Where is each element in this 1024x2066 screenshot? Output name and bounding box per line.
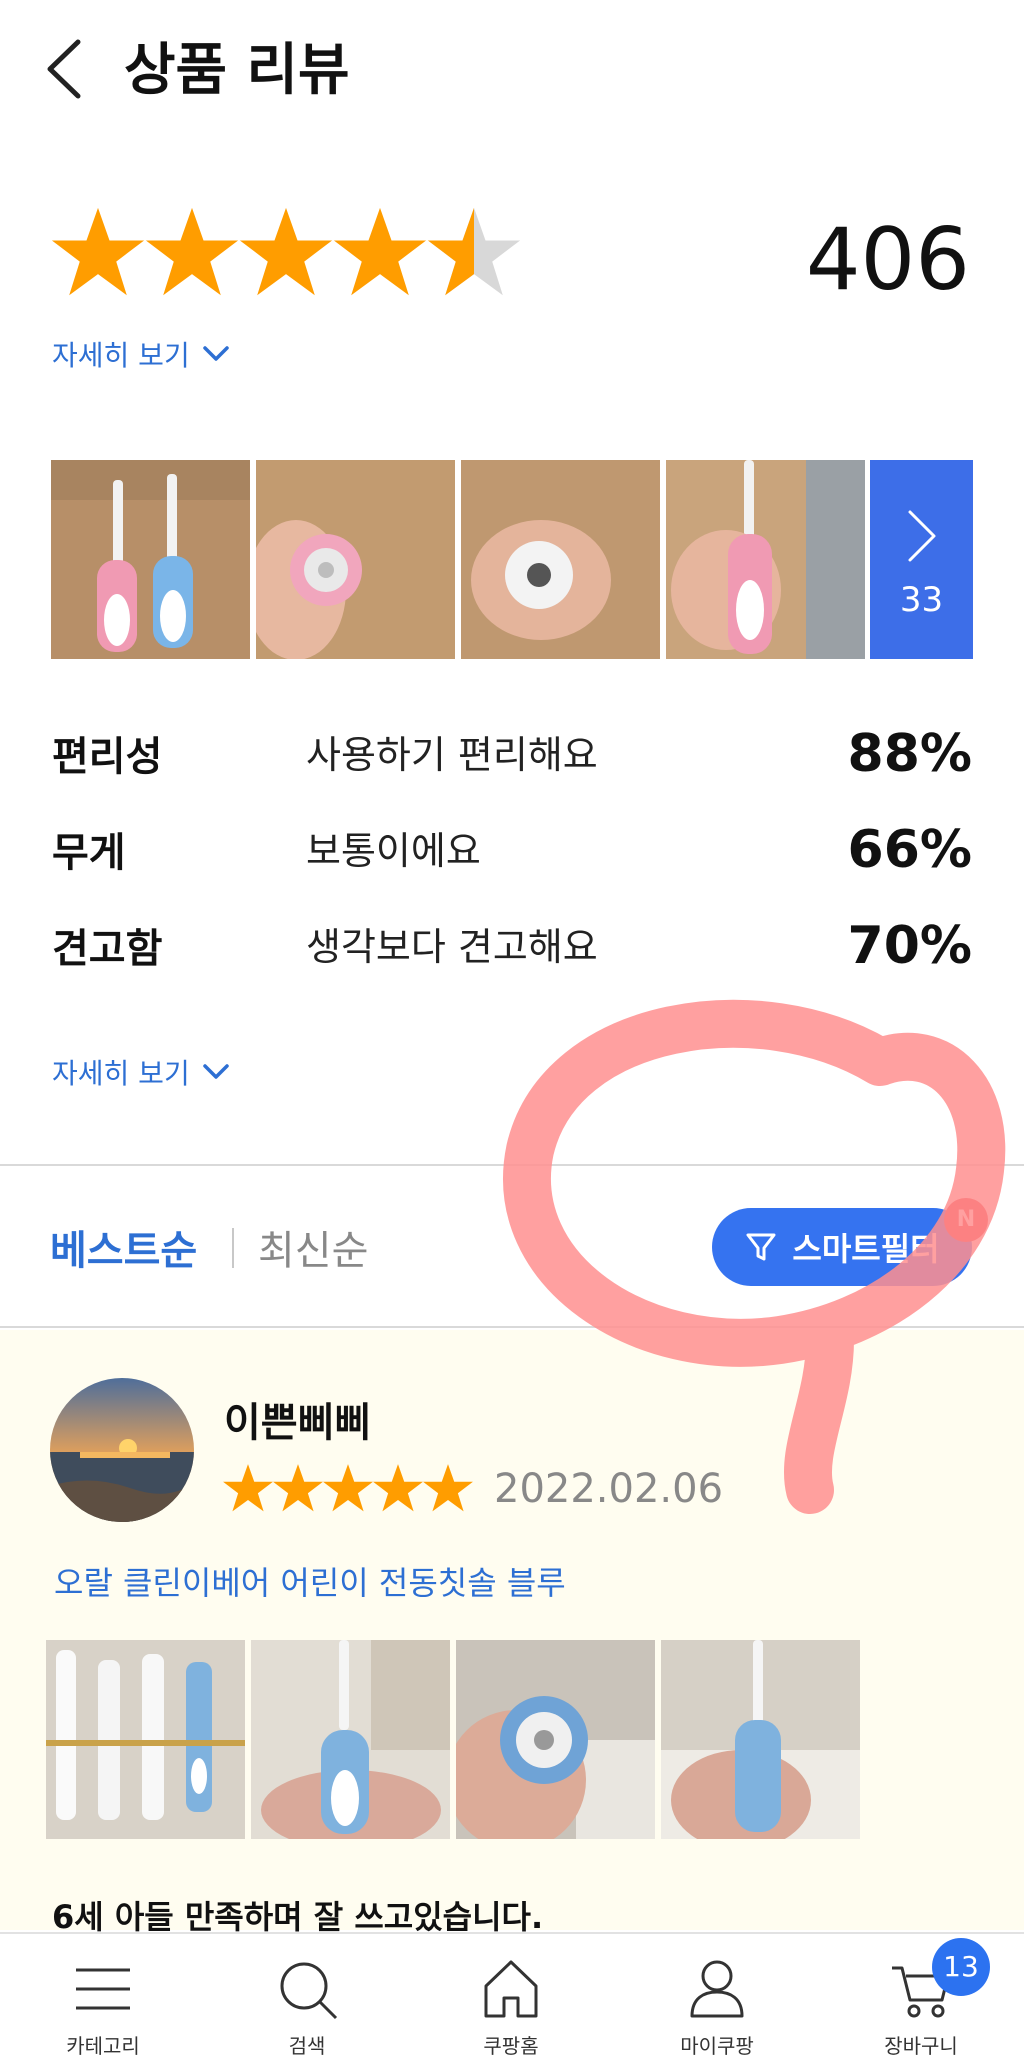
user-icon	[690, 1960, 744, 2018]
star-full-icon	[51, 207, 145, 296]
reviewer-name: 이쁜삐삐	[224, 1400, 372, 1446]
details-toggle-label: 자세히 보기	[52, 339, 190, 372]
chevron-right-icon	[908, 510, 936, 562]
review-photo[interactable]	[666, 460, 865, 659]
review-stars	[222, 1462, 473, 1514]
attribute-value: 사용하기 편리해요	[306, 733, 598, 777]
star-full-icon	[333, 207, 427, 296]
review-count: 406	[805, 210, 970, 310]
attribute-percent: 70%	[847, 916, 972, 976]
star-full-icon	[239, 207, 333, 296]
sort-best-tab[interactable]: 베스트순	[50, 1218, 197, 1276]
nav-label: 카테고리	[66, 2034, 140, 2058]
details-toggle[interactable]: 자세히 보기	[52, 1052, 230, 1092]
divider	[0, 1326, 1024, 1328]
bottom-nav: 카테고리 검색 쿠팡홈 마이쿠팡 장바구니	[0, 1932, 1024, 2066]
avatar[interactable]	[50, 1378, 194, 1522]
nav-label: 장바구니	[884, 2034, 958, 2058]
review-photo[interactable]	[256, 460, 455, 659]
details-toggle[interactable]: 자세히 보기	[52, 334, 230, 374]
chevron-left-icon	[47, 39, 81, 99]
product-option: 오랄 클린이베어 어린이 전동칫솔 블루	[54, 1564, 566, 1602]
attribute-value: 보통이에요	[306, 829, 481, 873]
more-photos-button[interactable]: 33	[870, 460, 973, 659]
nav-label: 검색	[288, 2034, 326, 2058]
nav-label: 쿠팡홈	[483, 2034, 539, 2058]
nav-item-my[interactable]: 마이쿠팡	[642, 1956, 792, 2059]
star-full-icon	[373, 1464, 423, 1512]
page-title: 상품 리뷰	[124, 38, 350, 103]
review-date: 2022.02.06	[494, 1466, 724, 1512]
menu-icon	[76, 1968, 130, 2010]
more-photos-count: 33	[899, 580, 944, 620]
filter-icon	[746, 1233, 776, 1261]
new-badge: N	[944, 1198, 988, 1242]
home-icon	[484, 1960, 538, 2018]
chevron-down-icon	[202, 346, 229, 361]
smart-filter-label: 스마트필터	[792, 1230, 940, 1268]
nav-label: 마이쿠팡	[680, 2034, 754, 2058]
cart-count-badge: 13	[932, 1938, 990, 1996]
review-photo[interactable]	[461, 460, 660, 659]
details-toggle-label: 자세히 보기	[52, 1057, 190, 1090]
nav-item-category[interactable]: 카테고리	[28, 1956, 178, 2059]
star-full-icon	[145, 207, 239, 296]
back-button[interactable]	[40, 34, 100, 104]
review-photo[interactable]	[251, 1640, 450, 1839]
star-half-icon	[427, 207, 521, 296]
attribute-percent: 66%	[847, 820, 972, 880]
search-icon	[280, 1962, 338, 2020]
star-full-icon	[223, 1464, 273, 1512]
rating-stars	[50, 204, 521, 300]
attribute-label: 견고함	[52, 926, 163, 972]
review-photo[interactable]	[46, 1640, 245, 1839]
divider	[0, 1164, 1024, 1166]
smart-filter-button[interactable]: 스마트필터	[712, 1208, 972, 1286]
nav-item-home[interactable]: 쿠팡홈	[436, 1956, 586, 2059]
review-photo[interactable]	[456, 1640, 655, 1839]
review-photo[interactable]	[661, 1640, 860, 1839]
attribute-label: 무게	[52, 830, 126, 876]
star-full-icon	[273, 1464, 323, 1512]
chevron-down-icon	[202, 1064, 229, 1079]
nav-item-search[interactable]: 검색	[232, 1956, 382, 2059]
attribute-value: 생각보다 견고해요	[306, 925, 598, 969]
sort-newest-tab[interactable]: 최신순	[258, 1218, 368, 1276]
review-photo[interactable]	[51, 460, 250, 659]
sort-separator	[232, 1228, 234, 1268]
star-full-icon	[423, 1464, 473, 1512]
attribute-percent: 88%	[847, 724, 972, 784]
star-full-icon	[323, 1464, 373, 1512]
attribute-label: 편리성	[52, 734, 163, 780]
